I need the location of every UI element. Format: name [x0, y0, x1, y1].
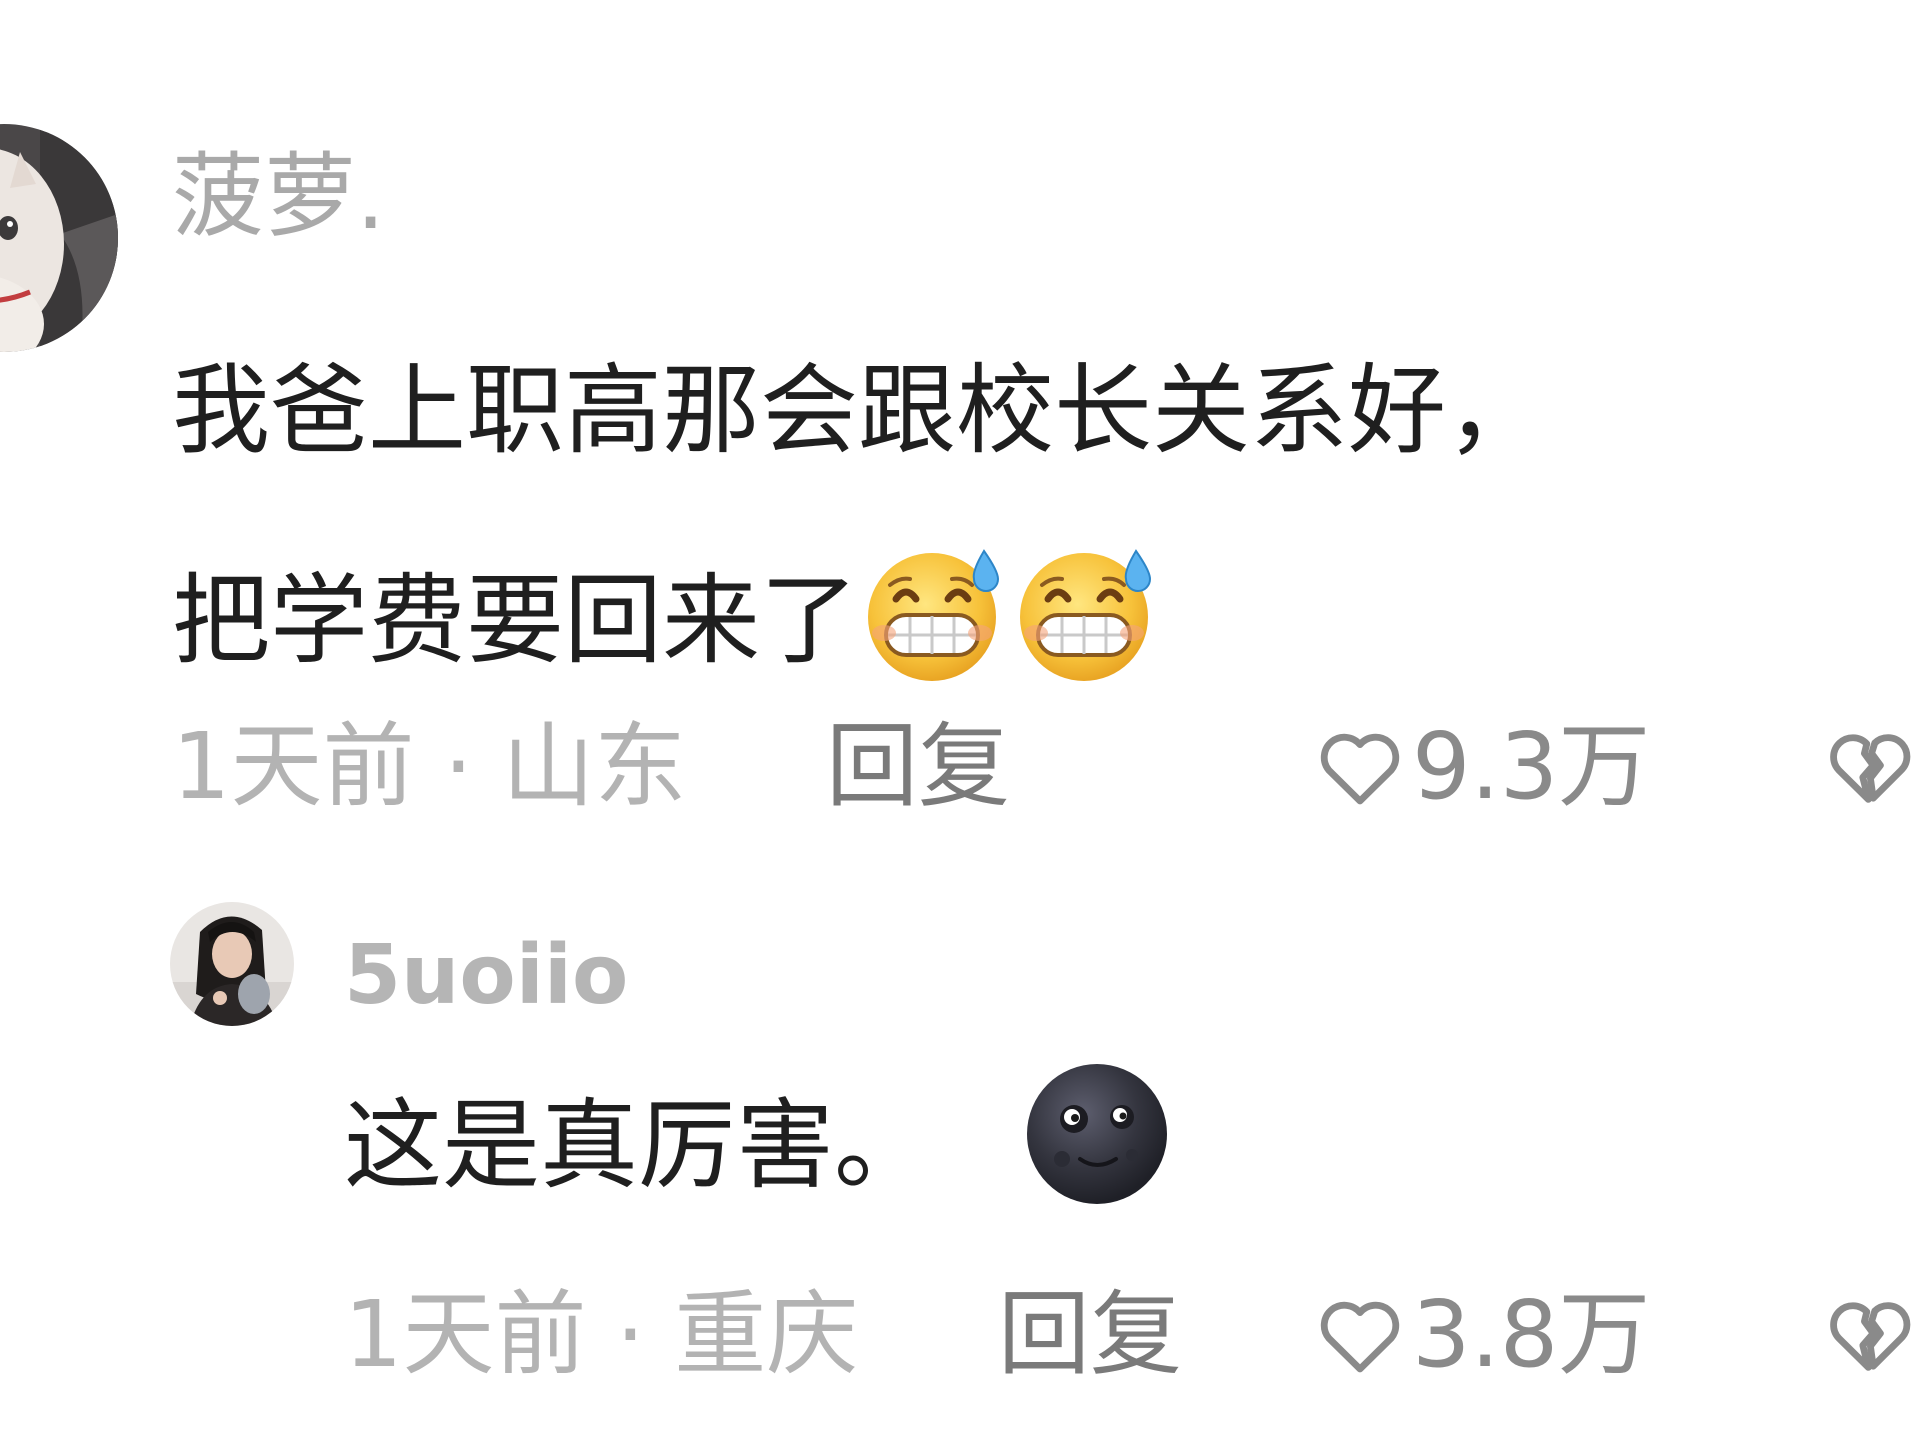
- like-button[interactable]: 3.8万: [1312, 1280, 1650, 1390]
- heart-outline-icon: [1312, 1287, 1408, 1383]
- comment-thread: 菠萝. 我爸上职高那会跟校长关系好， 把学费要回来了 1天前 · 山东 回复 9…: [0, 0, 1920, 1440]
- comment-text: 这是真厉害。: [344, 1064, 1744, 1209]
- comment-meta-row: 1天前 · 重庆 回复 3.8万: [0, 1280, 1920, 1390]
- reply-item: 5uoiio 这是真厉害。 1天前 · 重庆 回复 3.8万: [0, 0, 1920, 1440]
- dislike-button[interactable]: [1822, 1287, 1918, 1383]
- like-count: 3.8万: [1412, 1281, 1651, 1388]
- comment-text-fragment: 这是真厉害。: [344, 1089, 933, 1203]
- girl-photo-avatar-image: [170, 902, 294, 1026]
- broken-heart-icon: [1822, 1287, 1918, 1383]
- username[interactable]: 5uoiio: [344, 926, 628, 1026]
- time-location: 1天前 · 重庆: [344, 1281, 859, 1388]
- new-moon-face-emoji: [1022, 1059, 1172, 1209]
- reply-button[interactable]: 回复: [998, 1280, 1182, 1390]
- user-avatar[interactable]: [170, 902, 294, 1026]
